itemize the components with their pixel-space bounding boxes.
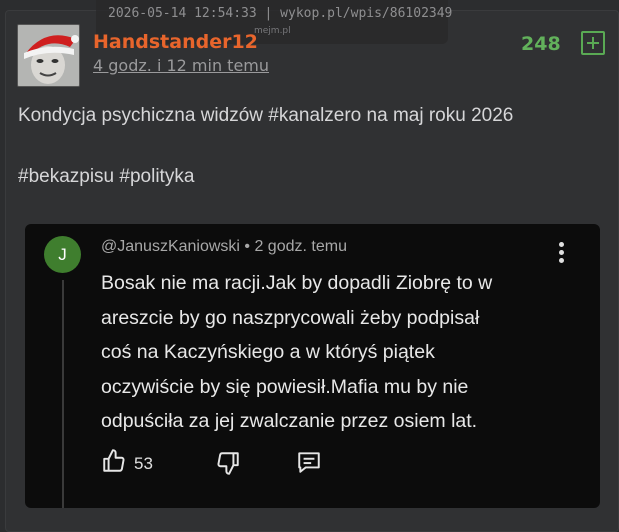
reply-comment-icon[interactable] bbox=[296, 449, 322, 475]
hashtag-link[interactable]: #kanalzero bbox=[268, 105, 361, 126]
embedded-comment-screenshot: J @JanuszKaniowski • 2 godz. temu Bosak … bbox=[25, 224, 600, 508]
vote-count: 248 bbox=[521, 33, 561, 55]
like-count: 53 bbox=[134, 454, 153, 473]
post-time[interactable]: 4 godz. i 12 min temu bbox=[93, 56, 269, 75]
comment-author[interactable]: @JanuszKaniowski • 2 godz. temu bbox=[101, 238, 347, 256]
comment-line: odpuściła za jej zwalczanie przez osiem … bbox=[101, 410, 478, 432]
post-text-before: Kondycja psychiczna widzów bbox=[18, 105, 269, 126]
hashtag-link[interactable]: #polityka bbox=[119, 166, 194, 187]
user-avatar[interactable] bbox=[17, 24, 80, 87]
watermark-source: 2026-05-14 12:54:33 | wykop.pl/wpis/8610… bbox=[108, 6, 453, 21]
post-tags: #bekazpisu #polityka bbox=[18, 166, 194, 188]
kebab-menu-icon[interactable] bbox=[559, 242, 565, 264]
comment-line: areszcie by go naszprycowali żeby podpis… bbox=[101, 306, 480, 329]
post-text-after: na maj roku 2026 bbox=[361, 105, 514, 126]
post-author[interactable]: Handstander12 bbox=[93, 31, 258, 53]
comment-line: Bosak nie ma racji.Jak by dopadli Ziobrę… bbox=[101, 272, 493, 294]
post-content: Kondycja psychiczna widzów #kanalzero na… bbox=[18, 105, 513, 127]
comment-line: oczywiście by się powiesił.Mafia mu by n… bbox=[101, 375, 469, 398]
thumbs-down-icon[interactable] bbox=[215, 450, 241, 476]
watermark-site: mejm.pl bbox=[254, 26, 291, 36]
santa-avatar-image bbox=[18, 25, 79, 86]
plus-square-icon[interactable] bbox=[581, 31, 605, 55]
comment-text: Bosak nie ma racji.Jak by dopadli Ziobrę… bbox=[101, 266, 571, 439]
comment-line: coś na Kaczyńskiego a w któryś piątek bbox=[101, 341, 435, 363]
comment-avatar[interactable]: J bbox=[44, 236, 81, 273]
thumbs-up-icon[interactable] bbox=[101, 448, 127, 474]
hashtag-link[interactable]: #bekazpisu bbox=[18, 166, 114, 187]
thread-line bbox=[62, 280, 64, 508]
